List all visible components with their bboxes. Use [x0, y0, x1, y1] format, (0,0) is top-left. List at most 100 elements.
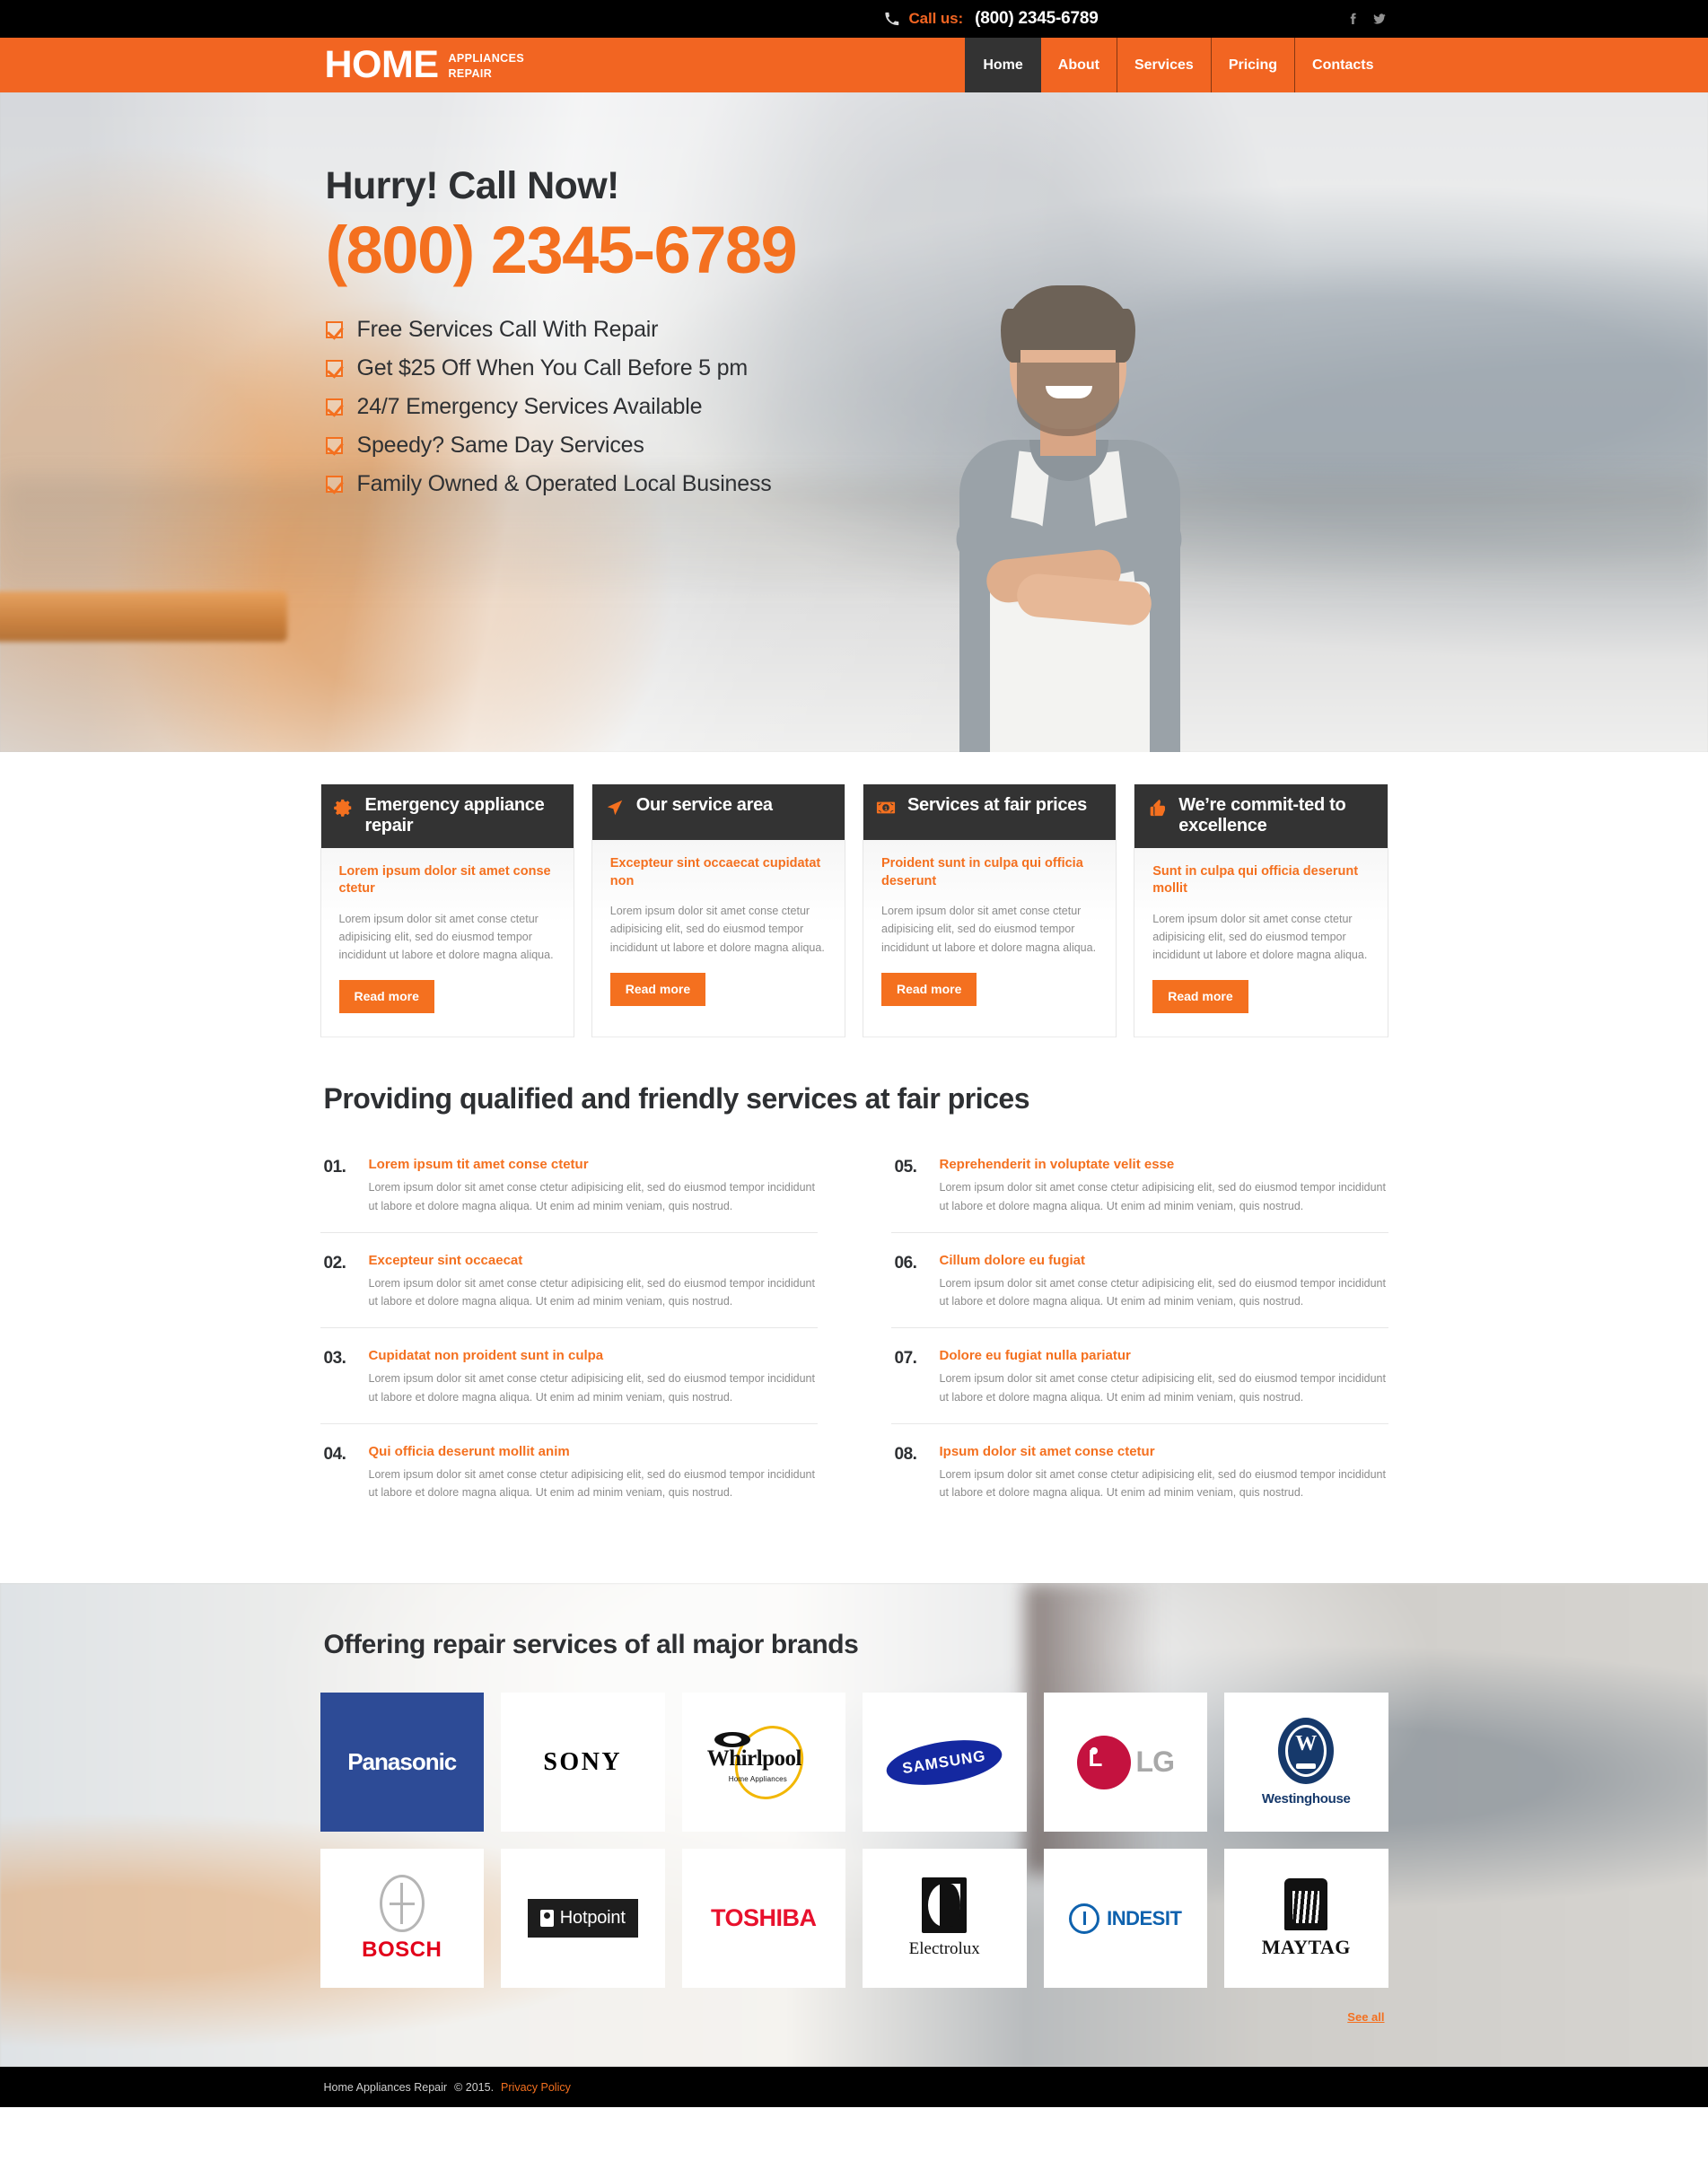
service-title[interactable]: Excepteur sint occaecat: [369, 1253, 818, 1268]
brand-logo-indesit[interactable]: INDESIT: [1043, 1849, 1207, 1989]
footer-site-name: Home Appliances Repair: [323, 2080, 448, 2094]
social-links: [1345, 11, 1387, 27]
service-text: Lorem ipsum dolor sit amet conse ctetur …: [368, 1372, 815, 1404]
service-item[interactable]: 06. Cillum dolore eu fugiat Lorem ipsum …: [890, 1244, 1388, 1329]
service-title[interactable]: Cillum dolore eu fugiat: [940, 1253, 1388, 1268]
site-logo[interactable]: HOME APPLIANCES REPAIR: [325, 45, 525, 83]
topbar-phone-number[interactable]: (800) 2345-6789: [975, 9, 1099, 29]
brands-inner: Offering repair services of all major br…: [320, 1630, 1388, 1989]
brands-grid: Panasonic SONY Whirlpool Home Appliances…: [320, 1693, 1388, 1989]
maytag-mark-icon: [1284, 1877, 1328, 1930]
nav-item-home[interactable]: Home: [965, 38, 1041, 92]
services-heading: Providing qualified and friendly service…: [323, 1082, 1030, 1115]
feature-card-body: Sunt in culpa qui officia deserunt molli…: [1134, 848, 1387, 1037]
service-number: 08.: [894, 1444, 917, 1464]
hero-benefit-item: 24/7 Emergency Services Available: [325, 394, 797, 420]
see-all-row: See all: [320, 2009, 1388, 2025]
nav-item-pricing[interactable]: Pricing: [1212, 38, 1296, 92]
service-number: 03.: [323, 1349, 346, 1369]
feature-card-body: Excepteur sint occaecat cupidatat non Lo…: [592, 840, 845, 1029]
brand-logo-bosch[interactable]: BOSCH: [320, 1849, 484, 1989]
nav-item-services[interactable]: Services: [1117, 38, 1212, 92]
feature-card-text: Lorem ipsum dolor sit amet conse ctetur …: [609, 905, 825, 954]
privacy-policy-link[interactable]: Privacy Policy: [501, 2081, 571, 2094]
brand-logo-toshiba[interactable]: TOSHIBA: [681, 1849, 845, 1989]
feature-card-subtitle: Sunt in culpa qui officia deserunt molli…: [1152, 863, 1359, 897]
brand-logo-panasonic[interactable]: Panasonic: [320, 1693, 484, 1833]
brand-logo-samsung[interactable]: SAMSUNG: [863, 1693, 1027, 1833]
whirlpool-swirl-icon: [714, 1731, 750, 1747]
checkbox-icon: [325, 436, 343, 454]
navigation-arrow-icon: [607, 800, 622, 816]
feature-card-title: Our service area: [635, 795, 773, 815]
service-number: 06.: [894, 1253, 917, 1273]
brand-logo-lg[interactable]: LG: [1043, 1693, 1207, 1833]
logo-sub-line1: APPLIANCES: [448, 51, 525, 65]
electrolux-mark-icon: [922, 1877, 968, 1934]
service-title[interactable]: Lorem ipsum tit amet conse ctetur: [369, 1157, 818, 1172]
read-more-button[interactable]: Read more: [338, 980, 434, 1014]
feature-card: Emergency appliance repair Lorem ipsum d…: [320, 784, 574, 1038]
service-item[interactable]: 01. Lorem ipsum tit amet conse ctetur Lo…: [320, 1148, 818, 1233]
twitter-icon[interactable]: [1372, 11, 1387, 27]
svg-text:1: 1: [884, 806, 888, 812]
feature-card-header: 1 Services at fair prices: [863, 784, 1117, 840]
nav-item-about[interactable]: About: [1041, 38, 1117, 92]
brand-label: Hotpoint: [559, 1908, 626, 1929]
main-navigation: Home About Services Pricing Contacts: [965, 38, 1390, 92]
facebook-icon[interactable]: [1345, 11, 1360, 27]
checkbox-icon: [325, 320, 343, 338]
brand-logo-whirlpool[interactable]: Whirlpool Home Appliances: [681, 1693, 845, 1833]
service-item[interactable]: 02. Excepteur sint occaecat Lorem ipsum …: [320, 1244, 818, 1329]
service-number: 04.: [323, 1444, 346, 1464]
brand-logo-hotpoint[interactable]: Hotpoint: [501, 1849, 665, 1989]
brands-section: Offering repair services of all major br…: [0, 1583, 1708, 2068]
brand-logo-maytag[interactable]: MAYTAG: [1224, 1849, 1388, 1989]
brand-label: Whirlpool: [706, 1745, 802, 1771]
service-number: 05.: [894, 1158, 917, 1177]
westinghouse-crest-icon: W: [1278, 1718, 1335, 1785]
feature-card-text: Lorem ipsum dolor sit amet conse ctetur …: [1152, 912, 1368, 962]
header-inner: HOME APPLIANCES REPAIR Home About Servic…: [320, 38, 1388, 92]
read-more-button[interactable]: Read more: [1152, 980, 1248, 1014]
read-more-button[interactable]: Read more: [881, 972, 977, 1006]
feature-card: 1 Services at fair prices Proident sunt …: [863, 784, 1117, 1038]
service-item[interactable]: 03. Cupidatat non proident sunt in culpa…: [320, 1339, 818, 1424]
brand-label: Westinghouse: [1261, 1791, 1351, 1807]
topbar: Call us: (800) 2345-6789: [0, 0, 1708, 38]
hero-title: Hurry! Call Now!: [325, 164, 620, 207]
feature-card-title: Emergency appliance repair: [364, 795, 545, 836]
service-title[interactable]: Cupidatat non proident sunt in culpa: [369, 1348, 818, 1363]
nav-item-contacts[interactable]: Contacts: [1295, 38, 1390, 92]
brand-logo-electrolux[interactable]: Electrolux: [863, 1849, 1027, 1989]
brand-label: INDESIT: [1107, 1906, 1182, 1929]
service-title[interactable]: Qui officia deserunt mollit anim: [369, 1444, 818, 1459]
hero-phone-number[interactable]: (800) 2345-6789: [326, 213, 798, 288]
site-footer: Home Appliances Repair © 2015. Privacy P…: [0, 2067, 1708, 2108]
brands-heading: Offering repair services of all major br…: [323, 1630, 859, 1660]
hero-benefit-item: Get $25 Off When You Call Before 5 pm: [325, 355, 797, 381]
service-title[interactable]: Reprehenderit in voluptate velit esse: [940, 1157, 1388, 1172]
services-grid: 01. Lorem ipsum tit amet conse ctetur Lo…: [320, 1148, 1388, 1529]
brand-logo-westinghouse[interactable]: W Westinghouse: [1224, 1693, 1388, 1833]
service-item[interactable]: 07. Dolore eu fugiat nulla pariatur Lore…: [890, 1339, 1388, 1424]
service-item[interactable]: 05. Reprehenderit in voluptate velit ess…: [890, 1148, 1388, 1233]
service-title[interactable]: Dolore eu fugiat nulla pariatur: [940, 1348, 1388, 1363]
service-title[interactable]: Ipsum dolor sit amet conse ctetur: [940, 1444, 1388, 1459]
topbar-phone-block[interactable]: Call us: (800) 2345-6789: [884, 9, 1099, 29]
brand-label: TOSHIBA: [710, 1904, 817, 1932]
feature-card-subtitle: Excepteur sint occaecat cupidatat non: [609, 856, 821, 888]
brand-logo-sony[interactable]: SONY: [501, 1693, 665, 1833]
checkbox-icon: [325, 359, 343, 377]
read-more-button[interactable]: Read more: [609, 972, 706, 1006]
service-number: 07.: [894, 1349, 917, 1369]
see-all-link[interactable]: See all: [1347, 2010, 1384, 2024]
service-item[interactable]: 04. Qui officia deserunt mollit anim Lor…: [320, 1435, 818, 1519]
hero-benefit-label: Free Services Call With Repair: [356, 316, 659, 342]
brand-label: Panasonic: [347, 1748, 457, 1776]
hero-benefits-list: Free Services Call With Repair Get $25 O…: [325, 316, 797, 497]
banknote-icon: 1: [876, 801, 896, 814]
service-item[interactable]: 08. Ipsum dolor sit amet conse ctetur Lo…: [891, 1435, 1388, 1519]
brand-label: LG: [1135, 1745, 1175, 1779]
lg-face-icon: [1076, 1735, 1131, 1789]
